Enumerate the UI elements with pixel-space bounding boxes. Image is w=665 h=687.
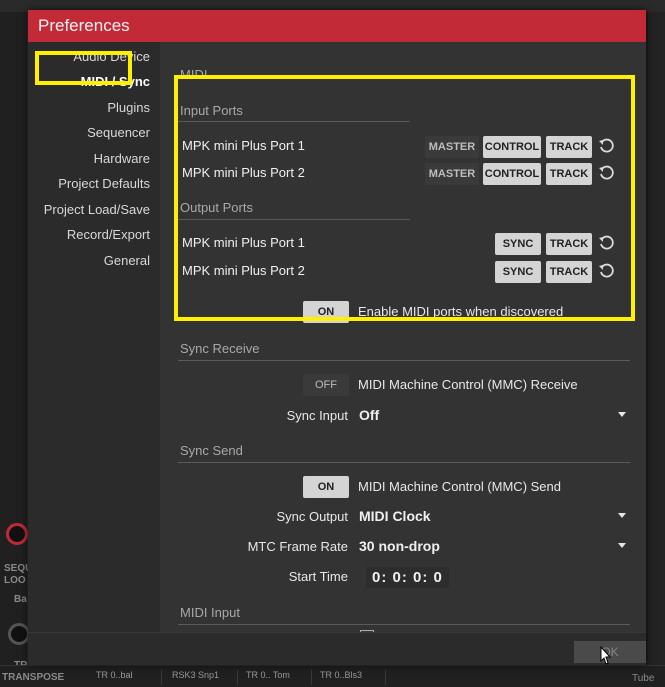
start-time-label: Start Time bbox=[288, 569, 348, 584]
sync-output-select[interactable]: MIDI Clock bbox=[359, 508, 431, 524]
sidebar-item-general[interactable]: General bbox=[104, 253, 150, 268]
pad-4[interactable]: TR 0..Bls3 bbox=[316, 670, 386, 685]
mtc-frame-rate-label: MTC Frame Rate bbox=[247, 539, 348, 554]
sync-output-label: Sync Output bbox=[276, 509, 348, 524]
mouse-cursor-icon bbox=[600, 646, 612, 665]
sync-receive-divider bbox=[178, 360, 630, 361]
highlight-box-sidebar bbox=[35, 51, 132, 85]
sidebar-item-project-load-save[interactable]: Project Load/Save bbox=[44, 202, 150, 217]
chevron-down-icon[interactable] bbox=[618, 412, 626, 417]
mmc-receive-label: MIDI Machine Control (MMC) Receive bbox=[358, 377, 578, 392]
sync-input-select[interactable]: Off bbox=[359, 407, 379, 423]
pad-3[interactable]: TR 0.. Tom bbox=[242, 670, 312, 685]
sidebar-item-plugins[interactable]: Plugins bbox=[107, 100, 150, 115]
pad-2[interactable]: RSK3 Snp1 bbox=[168, 670, 238, 685]
mmc-receive-toggle[interactable]: OFF bbox=[303, 374, 349, 396]
dialog-title: Preferences bbox=[38, 16, 130, 35]
bg-label-ba: Ba bbox=[14, 594, 27, 605]
sync-receive-heading: Sync Receive bbox=[180, 341, 260, 356]
bg-label-transpose: TRANSPOSE bbox=[2, 672, 65, 683]
start-time-field[interactable]: 0: 0: 0: 0 bbox=[366, 567, 449, 588]
chevron-down-icon[interactable] bbox=[618, 513, 626, 518]
midi-input-divider bbox=[178, 624, 630, 625]
mmc-send-label: MIDI Machine Control (MMC) Send bbox=[358, 479, 561, 494]
preferences-sidebar: Audio Device MIDI / Sync Plugins Sequenc… bbox=[28, 42, 160, 632]
highlight-box-midi bbox=[174, 75, 635, 321]
sidebar-item-project-defaults[interactable]: Project Defaults bbox=[58, 176, 150, 191]
sidebar-item-sequencer[interactable]: Sequencer bbox=[87, 125, 150, 140]
dialog-titlebar[interactable]: Preferences bbox=[28, 10, 646, 42]
knob-icon[interactable] bbox=[6, 523, 28, 545]
sync-send-heading: Sync Send bbox=[180, 443, 243, 458]
sync-send-divider bbox=[178, 462, 630, 463]
bg-label-tube: Tube bbox=[632, 673, 655, 684]
pad-1[interactable]: TR 0..bal bbox=[92, 670, 162, 685]
chevron-down-icon[interactable] bbox=[618, 543, 626, 548]
midi-input-heading: MIDI Input bbox=[180, 605, 240, 620]
knob-icon[interactable] bbox=[8, 623, 30, 645]
sidebar-item-hardware[interactable]: Hardware bbox=[94, 151, 150, 166]
mmc-send-toggle[interactable]: ON bbox=[303, 476, 349, 498]
background-right-panel bbox=[648, 12, 665, 665]
sync-input-label: Sync Input bbox=[286, 408, 348, 423]
sidebar-item-record-export[interactable]: Record/Export bbox=[67, 227, 150, 242]
dialog-footer: OK bbox=[28, 632, 646, 665]
mtc-frame-rate-select[interactable]: 30 non-drop bbox=[359, 538, 440, 554]
bg-label-loo: LOO bbox=[4, 575, 26, 586]
